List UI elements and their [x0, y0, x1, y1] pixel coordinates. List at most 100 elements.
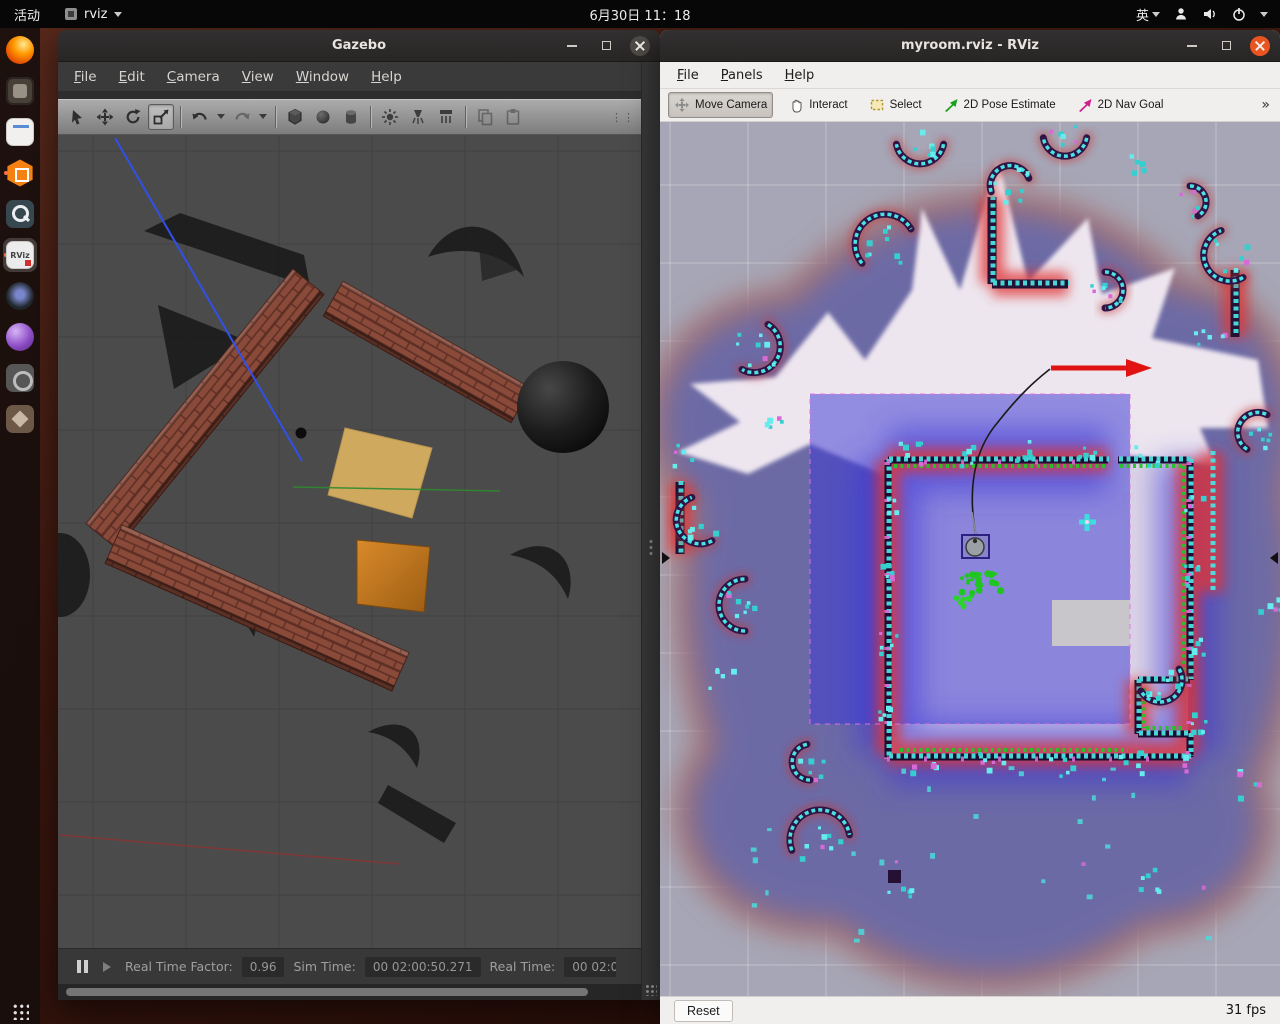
gazebo-window-title: Gazebo	[331, 38, 387, 53]
redo-icon[interactable]	[229, 104, 255, 130]
redo-dropdown-icon[interactable]	[257, 104, 269, 130]
gazebo-toolbar: ⋮⋮	[58, 99, 641, 135]
activities-button[interactable]: 活动	[0, 0, 54, 28]
splitter-handle-icon[interactable]	[649, 540, 653, 555]
app-indicator[interactable]: rviz	[54, 0, 131, 28]
insert-sphere-icon[interactable]	[310, 104, 336, 130]
scrollbar-thumb[interactable]	[66, 988, 588, 996]
dock-item-gazebo[interactable]	[3, 156, 37, 190]
menu-edit[interactable]: Edit	[109, 65, 155, 89]
rviz-tool-1[interactable]: Interact	[782, 92, 853, 118]
wooden-crate	[356, 539, 431, 613]
toolbar-separator	[370, 106, 371, 128]
rviz-tool-2[interactable]: Select	[863, 92, 928, 118]
rviz-app-icon	[65, 8, 78, 20]
real-time-value: 00 02:0	[564, 956, 617, 977]
magnifier-icon	[6, 200, 34, 228]
toolbar-separator	[465, 106, 466, 128]
step-button[interactable]	[103, 961, 116, 972]
rviz-titlebar[interactable]: myroom.rviz - RViz	[660, 30, 1280, 62]
rtf-value: 0.96	[241, 956, 285, 977]
volume-icon[interactable]	[1202, 6, 1218, 22]
toolbar-overflow-chevron[interactable]: »	[1261, 97, 1272, 113]
dock-item-firefox[interactable]	[3, 33, 37, 67]
rotate-tool-icon[interactable]	[120, 104, 146, 130]
gazebo-titlebar[interactable]: Gazebo	[58, 30, 660, 62]
rviz-icon: RViz	[6, 241, 34, 269]
dock-item-app7[interactable]	[3, 279, 37, 313]
gazebo-menubar: File Edit Camera View Window Help	[58, 62, 641, 92]
top-bar: 活动 rviz 6月30日 11：18 英	[0, 0, 1280, 28]
rviz-tool-0[interactable]: Move Camera	[668, 92, 774, 118]
spot-light-icon[interactable]	[405, 104, 431, 130]
undo-dropdown-icon[interactable]	[215, 104, 227, 130]
menu-view[interactable]: View	[232, 65, 284, 89]
menu-help[interactable]: Help	[776, 65, 824, 86]
close-icon	[1255, 41, 1265, 51]
undo-icon[interactable]	[187, 104, 213, 130]
minimize-button[interactable]	[562, 36, 582, 56]
document-app-icon	[6, 118, 34, 146]
sim-time-value: 00 02:00:50.271	[364, 956, 481, 977]
translate-tool-icon[interactable]	[92, 104, 118, 130]
dock-item-app2[interactable]	[3, 74, 37, 108]
gazebo-panel-splitter[interactable]	[641, 62, 660, 1000]
insert-box-icon[interactable]	[282, 104, 308, 130]
rviz-window-title: myroom.rviz - RViz	[901, 38, 1039, 53]
system-menu-chevron-icon[interactable]	[1260, 11, 1268, 21]
dock-item-app8[interactable]	[3, 320, 37, 354]
rviz-render-view[interactable]	[660, 122, 1280, 996]
close-button[interactable]	[1250, 35, 1270, 56]
select-tool-icon[interactable]	[64, 104, 90, 130]
power-icon[interactable]	[1231, 6, 1247, 22]
point-light-icon[interactable]	[377, 104, 403, 130]
rviz-tool-4[interactable]: 2D Nav Goal	[1071, 92, 1170, 118]
expand-right-panel-icon[interactable]	[1270, 552, 1278, 564]
gazebo-3d-scene[interactable]	[58, 135, 641, 948]
directional-light-icon[interactable]	[433, 104, 459, 130]
gazebo-window: Gazebo File Edit Camera View Window Help	[58, 30, 660, 1000]
input-method-indicator[interactable]: 英	[1136, 5, 1160, 24]
dock-item-app10[interactable]	[3, 402, 37, 436]
dock-item-rviz[interactable]: RViz	[3, 238, 37, 272]
menu-file[interactable]: File	[64, 65, 107, 89]
app-indicator-label: rviz	[84, 6, 108, 22]
show-applications-button[interactable]	[11, 1002, 29, 1020]
menu-file[interactable]: File	[668, 65, 708, 86]
gear-icon	[6, 364, 34, 392]
dock-item-documents[interactable]	[3, 115, 37, 149]
user-session-icon[interactable]	[1173, 6, 1189, 22]
reset-button[interactable]: Reset	[674, 999, 733, 1022]
chevron-down-icon	[113, 11, 122, 21]
maximize-button[interactable]	[596, 36, 616, 56]
pause-button[interactable]	[70, 955, 94, 979]
rviz-tool-3[interactable]: 2D Pose Estimate	[937, 92, 1062, 118]
gazebo-horizontal-scrollbar[interactable]	[58, 984, 641, 1000]
insert-cylinder-icon[interactable]	[338, 104, 364, 130]
rviz-menubar: File Panels Help	[660, 62, 1280, 89]
package-app-icon	[6, 405, 34, 433]
maximize-button[interactable]	[1216, 36, 1236, 56]
rviz-icon-label: RViz	[10, 250, 30, 260]
menu-panels[interactable]: Panels	[712, 65, 772, 86]
gazebo-viewport[interactable]	[58, 135, 641, 948]
copy-icon[interactable]	[472, 104, 498, 130]
clock[interactable]: 6月30日 11：18	[579, 0, 700, 28]
interact-hand-icon	[792, 99, 802, 113]
menu-window[interactable]: Window	[286, 65, 359, 89]
expand-left-panel-icon[interactable]	[662, 552, 670, 564]
rviz-statusbar: Reset 31 fps	[660, 996, 1280, 1024]
dock-item-screenshot[interactable]	[3, 197, 37, 231]
minimize-button[interactable]	[1182, 36, 1202, 56]
menu-help[interactable]: Help	[361, 65, 412, 89]
close-button[interactable]	[630, 35, 650, 56]
menu-camera[interactable]: Camera	[157, 65, 230, 89]
resize-grip-icon[interactable]	[645, 984, 657, 996]
pose-estimate-arrow-icon	[944, 99, 958, 112]
dock-item-settings[interactable]	[3, 361, 37, 395]
robot-in-sim	[295, 427, 307, 439]
paste-icon[interactable]	[500, 104, 526, 130]
rviz-map-scene[interactable]	[660, 122, 1280, 996]
toolbar-overflow-icon[interactable]: ⋮⋮	[611, 111, 635, 124]
scale-tool-icon[interactable]	[148, 104, 174, 130]
